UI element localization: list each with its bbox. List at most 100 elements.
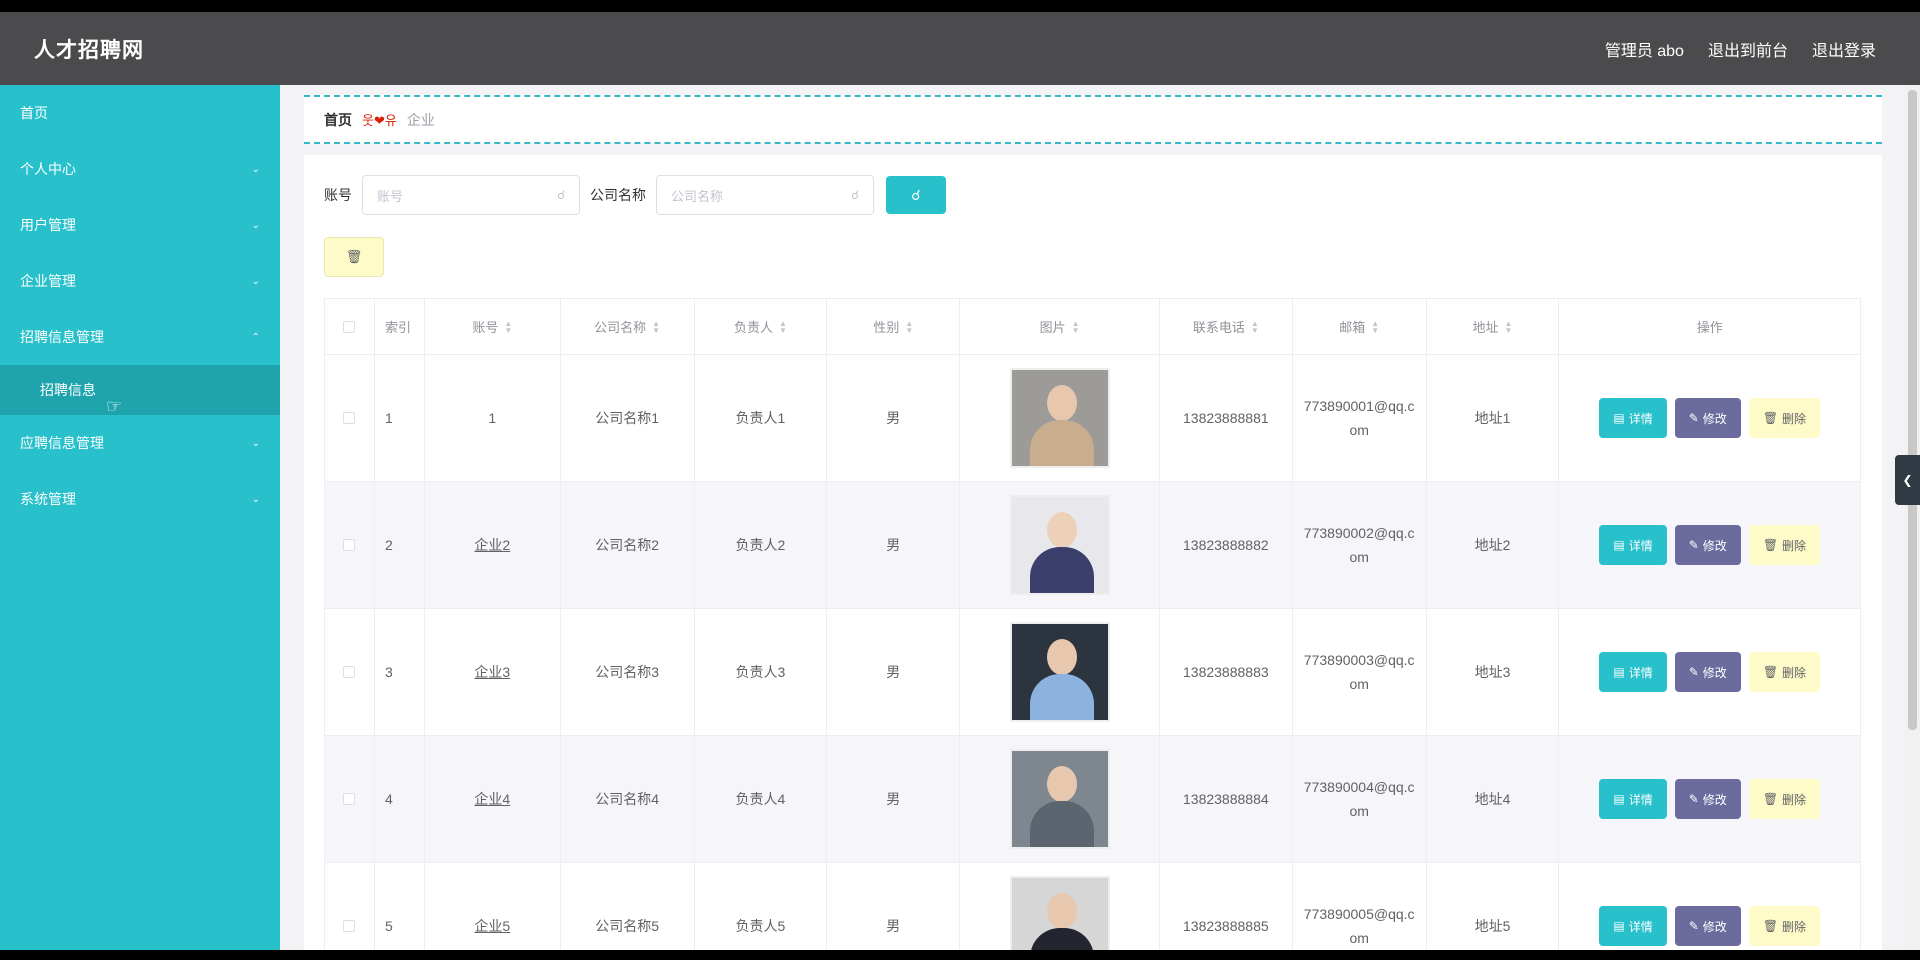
row-checkbox[interactable] bbox=[343, 539, 356, 551]
chevron-down-icon: ⌄ bbox=[251, 437, 260, 449]
cell-manager: 负责人5 bbox=[695, 863, 828, 950]
col-header-account[interactable]: 账号 ▲ ▼ bbox=[425, 299, 561, 354]
delete-button[interactable]: 🗑 删除 bbox=[1748, 525, 1821, 565]
cell-gender: 男 bbox=[827, 482, 961, 608]
edit-button[interactable]: ✎ 修改 bbox=[1674, 779, 1741, 819]
edit-button[interactable]: ✎ 修改 bbox=[1674, 525, 1741, 565]
sidebar-item-home[interactable]: 首页 bbox=[0, 85, 280, 141]
cell-phone: 13823888882 bbox=[1160, 482, 1293, 608]
trash-icon: 🗑 bbox=[345, 249, 363, 264]
delete-button[interactable]: 🗑 删除 bbox=[1748, 779, 1821, 819]
cell-index: 2 bbox=[375, 482, 425, 608]
search-button[interactable]: ☌ bbox=[886, 176, 946, 214]
cell-gender: 男 bbox=[827, 355, 961, 481]
sidebar-subitem-recruitment-info[interactable]: 招聘信息 bbox=[0, 365, 280, 415]
row-checkbox[interactable] bbox=[343, 793, 356, 805]
sort-icon[interactable]: ▲ ▼ bbox=[905, 319, 913, 334]
pencil-icon: ✎ bbox=[1688, 411, 1699, 425]
delete-button[interactable]: 🗑 删除 bbox=[1748, 652, 1821, 692]
col-header-phone[interactable]: 联系电话 ▲ ▼ bbox=[1160, 299, 1293, 354]
cell-address: 地址4 bbox=[1427, 736, 1560, 862]
detail-label: 详情 bbox=[1628, 665, 1653, 680]
cell-index: 5 bbox=[375, 863, 425, 950]
cell-photo bbox=[960, 355, 1160, 481]
cell-index: 1 bbox=[375, 355, 425, 481]
person-photo[interactable] bbox=[1009, 368, 1110, 468]
cell-company: 公司名称2 bbox=[561, 482, 695, 608]
cell-actions: ▤ 详情 ✎ 修改 🗑 删除 bbox=[1559, 736, 1860, 862]
person-photo[interactable] bbox=[1009, 749, 1110, 849]
delete-label: 删除 bbox=[1782, 538, 1807, 553]
edit-label: 修改 bbox=[1702, 538, 1727, 553]
cell-gender: 男 bbox=[827, 863, 961, 950]
detail-button[interactable]: ▤ 详情 bbox=[1599, 525, 1667, 565]
sort-icon[interactable]: ▲ ▼ bbox=[779, 319, 787, 334]
col-header-company[interactable]: 公司名称 ▲ ▼ bbox=[561, 299, 695, 354]
top-bar: 人才招聘网 管理员 abo 退出到前台 退出登录 bbox=[0, 12, 1920, 85]
table-row: 2 企业2 公司名称2 负责人2 男 13823888882 773890002… bbox=[325, 482, 1860, 609]
pencil-icon: ✎ bbox=[1688, 792, 1699, 806]
select-all-checkbox[interactable] bbox=[343, 320, 356, 333]
account-search-input[interactable]: 账号 ☌ bbox=[362, 175, 580, 215]
sidebar-item-system-management[interactable]: 系统管理 ⌄ bbox=[0, 471, 280, 527]
row-select-cell bbox=[325, 736, 375, 862]
sort-icon[interactable]: ▲ ▼ bbox=[1072, 319, 1080, 334]
sort-icon[interactable]: ▲ ▼ bbox=[1371, 319, 1379, 334]
collapse-panel-button[interactable]: ❮ bbox=[1895, 455, 1920, 505]
edit-button[interactable]: ✎ 修改 bbox=[1674, 652, 1741, 692]
sidebar-item-recruitment-management[interactable]: 招聘信息管理 ⌃ bbox=[0, 309, 280, 365]
sidebar-item-application-management[interactable]: 应聘信息管理 ⌄ bbox=[0, 415, 280, 471]
sidebar-item-label: 个人中心 bbox=[20, 161, 76, 177]
sidebar-item-company-management[interactable]: 企业管理 ⌄ bbox=[0, 253, 280, 309]
trash-icon: 🗑 bbox=[1762, 411, 1779, 425]
row-checkbox[interactable] bbox=[343, 666, 356, 678]
edit-button[interactable]: ✎ 修改 bbox=[1674, 906, 1741, 946]
cell-manager: 负责人4 bbox=[695, 736, 828, 862]
company-search-input[interactable]: 公司名称 ☌ bbox=[656, 175, 874, 215]
company-placeholder: 公司名称 bbox=[671, 188, 724, 204]
batch-delete-button[interactable]: 🗑 bbox=[324, 237, 384, 277]
logout-link[interactable]: 退出登录 bbox=[1812, 37, 1876, 61]
detail-button[interactable]: ▤ 详情 bbox=[1599, 398, 1667, 438]
delete-button[interactable]: 🗑 删除 bbox=[1748, 398, 1821, 438]
sidebar-item-personal-center[interactable]: 个人中心 ⌄ bbox=[0, 141, 280, 197]
row-checkbox[interactable] bbox=[343, 412, 356, 424]
document-icon: ▤ bbox=[1613, 411, 1625, 425]
cell-email: 773890001@qq.com bbox=[1293, 355, 1427, 481]
company-label: 公司名称 bbox=[590, 187, 646, 203]
breadcrumb-separator: 웃❤유 bbox=[362, 113, 397, 128]
person-photo[interactable] bbox=[1009, 622, 1110, 722]
detail-button[interactable]: ▤ 详情 bbox=[1599, 779, 1667, 819]
page-scrollbar[interactable] bbox=[1905, 85, 1920, 950]
back-to-frontend-link[interactable]: 退出到前台 bbox=[1708, 37, 1788, 61]
col-header-manager[interactable]: 负责人 ▲ ▼ bbox=[695, 299, 828, 354]
trash-icon: 🗑 bbox=[1762, 919, 1779, 933]
breadcrumb-home[interactable]: 首页 bbox=[324, 110, 352, 130]
sort-icon[interactable]: ▲ ▼ bbox=[652, 319, 660, 334]
breadcrumb: 首页 웃❤유 企业 bbox=[304, 95, 1882, 144]
delete-button[interactable]: 🗑 删除 bbox=[1748, 906, 1821, 946]
sidebar-item-user-management[interactable]: 用户管理 ⌄ bbox=[0, 197, 280, 253]
cell-actions: ▤ 详情 ✎ 修改 🗑 删除 bbox=[1559, 863, 1860, 950]
sort-icon[interactable]: ▲ ▼ bbox=[1505, 319, 1513, 334]
detail-button[interactable]: ▤ 详情 bbox=[1599, 906, 1667, 946]
col-header-address[interactable]: 地址 ▲ ▼ bbox=[1427, 299, 1560, 354]
person-photo[interactable] bbox=[1009, 876, 1110, 950]
row-select-cell bbox=[325, 482, 375, 608]
trash-icon: 🗑 bbox=[1762, 538, 1779, 552]
col-header-gender[interactable]: 性别 ▲ ▼ bbox=[827, 299, 961, 354]
edit-button[interactable]: ✎ 修改 bbox=[1674, 398, 1741, 438]
admin-user-link[interactable]: 管理员 abo bbox=[1605, 37, 1684, 61]
detail-button[interactable]: ▤ 详情 bbox=[1599, 652, 1667, 692]
search-bar: 账号 账号 ☌ 公司名称 公司名称 ☌ ☌ bbox=[324, 175, 946, 215]
sort-icon[interactable]: ▲ ▼ bbox=[504, 319, 512, 334]
scrollbar-thumb[interactable] bbox=[1908, 90, 1917, 730]
chevron-down-icon: ⌄ bbox=[251, 275, 260, 287]
pencil-icon: ✎ bbox=[1688, 538, 1699, 552]
pencil-icon: ✎ bbox=[1688, 665, 1699, 679]
person-photo[interactable] bbox=[1009, 495, 1110, 595]
col-header-email[interactable]: 邮箱 ▲ ▼ bbox=[1293, 299, 1427, 354]
col-header-photo[interactable]: 图片 ▲ ▼ bbox=[960, 299, 1160, 354]
sort-icon[interactable]: ▲ ▼ bbox=[1251, 319, 1259, 334]
row-checkbox[interactable] bbox=[343, 920, 356, 932]
